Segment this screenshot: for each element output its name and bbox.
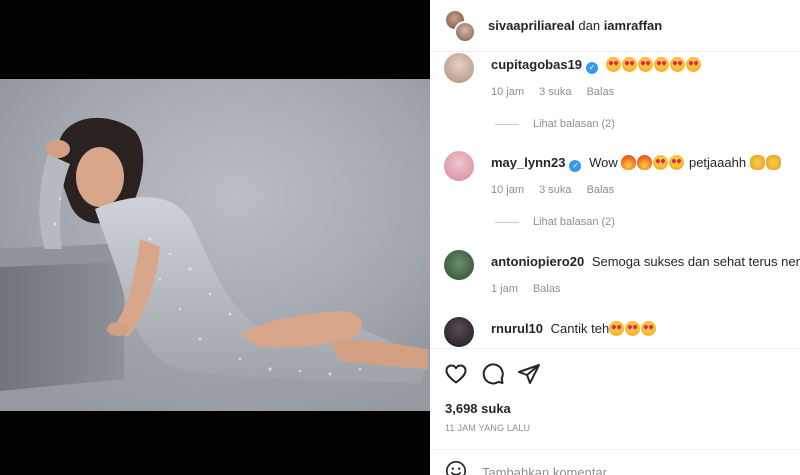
divider — [495, 221, 519, 223]
comment-username[interactable]: may_lynn23 — [491, 155, 565, 170]
fire-emoji — [637, 155, 653, 170]
author-joiner: dan — [578, 18, 601, 33]
comment-time[interactable]: 1 jam — [491, 283, 518, 295]
like-count[interactable]: 3,698 suka — [445, 401, 511, 416]
heart-eyes-emoji — [637, 57, 653, 72]
heart-eyes-emoji — [653, 155, 669, 170]
comment-time[interactable]: 10 jam — [491, 86, 524, 98]
heart-eyes-emoji — [669, 57, 685, 72]
view-replies[interactable]: Lihat balasan (2) — [495, 118, 615, 130]
heart-eyes-emoji — [641, 321, 657, 336]
comment-text-prefix: Wow — [589, 155, 618, 170]
comment-item: rnurul10 Cantik teh — [444, 317, 657, 347]
media-panel — [0, 0, 430, 475]
avatar[interactable] — [444, 151, 474, 181]
author-username[interactable]: iamraffan — [604, 18, 663, 33]
author-username[interactable]: sivaapriliareal — [488, 18, 575, 33]
avatar[interactable] — [454, 20, 476, 43]
post-header: sivaapriliareal dan iamraffan — [430, 0, 800, 52]
view-replies-label[interactable]: Lihat balasan (2) — [533, 118, 615, 130]
clap-emoji — [749, 155, 765, 170]
avatar[interactable] — [444, 317, 474, 347]
comment-item: may_lynn23 ✓ Wow petjaaahh — [444, 151, 782, 181]
comment-text: cupitagobas19 ✓ — [491, 53, 702, 74]
comment-text-prefix: Semoga sukses dan sehat terus neng si — [591, 254, 800, 269]
comment-item: antoniopiero20 Semoga sukses dan sehat t… — [444, 250, 800, 280]
comment-likes[interactable]: 3 suka — [539, 86, 571, 98]
comment-text: may_lynn23 ✓ Wow petjaaahh — [491, 151, 782, 172]
post-actions: 3,698 suka 11 JAM YANG LALU Tambahkan ko… — [430, 348, 800, 475]
reply-button[interactable]: Balas — [587, 86, 615, 98]
clap-emoji — [765, 155, 781, 170]
divider — [495, 123, 519, 125]
heart-eyes-emoji — [605, 57, 621, 72]
fire-emoji — [621, 155, 637, 170]
verified-icon: ✓ — [586, 62, 599, 74]
share-icon[interactable] — [517, 362, 541, 386]
heart-eyes-emoji — [685, 57, 701, 72]
comment-item: cupitagobas19 ✓ — [444, 53, 702, 83]
post-authors: sivaapriliareal dan iamraffan — [488, 18, 662, 33]
verified-icon: ✓ — [569, 160, 582, 172]
view-replies-label[interactable]: Lihat balasan (2) — [533, 216, 615, 228]
reply-button[interactable]: Balas — [533, 283, 561, 295]
comment-meta: 1 jam Balas — [491, 283, 573, 295]
heart-eyes-emoji — [669, 155, 685, 170]
comment-username[interactable]: antoniopiero20 — [491, 254, 584, 269]
comment-text: rnurul10 Cantik teh — [491, 317, 657, 337]
post-photo[interactable] — [0, 79, 430, 411]
post-timestamp[interactable]: 11 JAM YANG LALU — [445, 423, 530, 433]
heart-eyes-emoji — [653, 57, 669, 72]
comment-meta: 10 jam 3 suka Balas — [491, 86, 626, 98]
reply-button[interactable]: Balas — [587, 184, 615, 196]
comment-text-prefix: Cantik teh — [550, 321, 610, 336]
instagram-post-modal: sivaapriliareal dan iamraffan cupitagoba… — [0, 0, 800, 475]
avatar[interactable] — [444, 53, 474, 83]
comment-time[interactable]: 10 jam — [491, 184, 524, 196]
avatar[interactable] — [444, 250, 474, 280]
heart-icon[interactable] — [444, 362, 468, 386]
view-replies[interactable]: Lihat balasan (2) — [495, 216, 615, 228]
comment-text: antoniopiero20 Semoga sukses dan sehat t… — [491, 250, 800, 270]
collab-avatars[interactable] — [444, 8, 478, 43]
emoji-icon[interactable] — [445, 460, 467, 475]
comment-meta: 10 jam 3 suka Balas — [491, 184, 626, 196]
comments-list[interactable]: cupitagobas19 ✓ 10 jam 3 suka Balas Lihat… — [430, 52, 800, 348]
heart-eyes-emoji — [609, 321, 625, 336]
post-side-panel: sivaapriliareal dan iamraffan cupitagoba… — [430, 0, 800, 475]
comment-likes[interactable]: 3 suka — [539, 184, 571, 196]
heart-eyes-emoji — [621, 57, 637, 72]
comment-text-suffix: petjaaahh — [688, 155, 747, 170]
comment-input[interactable]: Tambahkan komentar... — [482, 465, 617, 475]
comment-username[interactable]: rnurul10 — [491, 321, 543, 336]
add-comment-bar: Tambahkan komentar... — [430, 449, 800, 475]
heart-eyes-emoji — [625, 321, 641, 336]
comment-username[interactable]: cupitagobas19 — [491, 57, 582, 72]
comment-icon[interactable] — [481, 362, 505, 386]
